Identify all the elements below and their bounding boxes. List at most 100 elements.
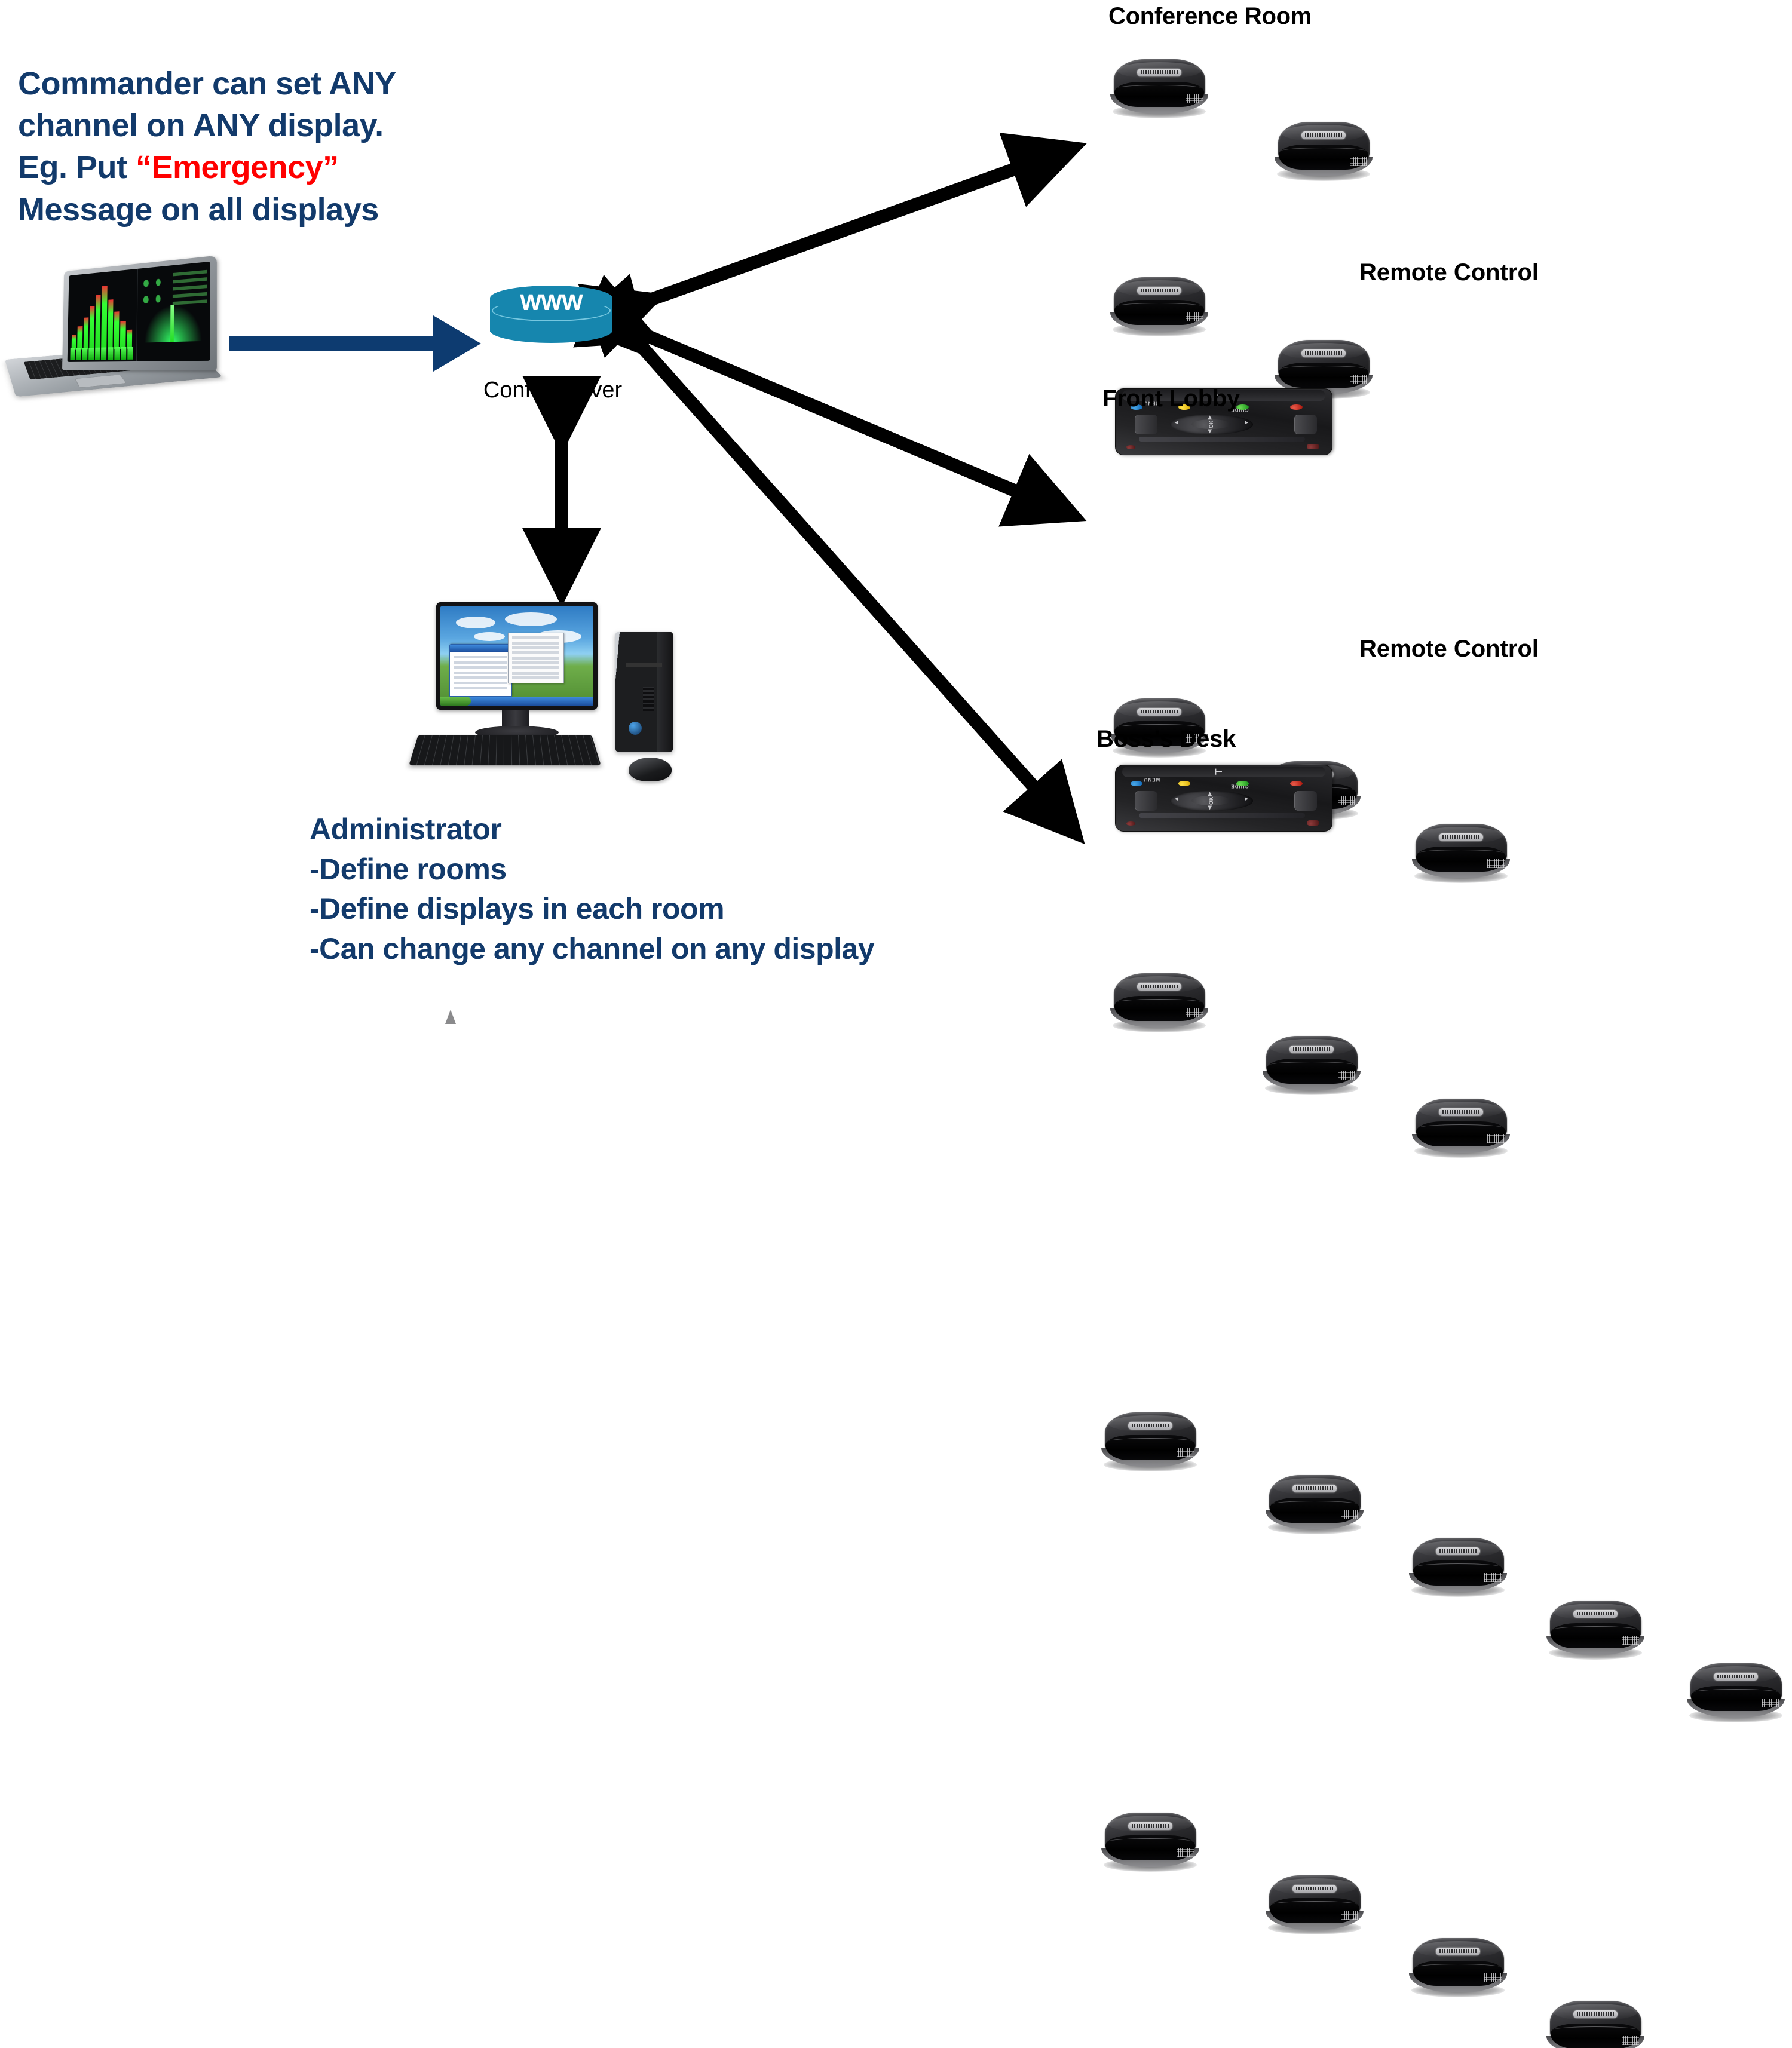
arrow-laptop-to-server — [229, 315, 481, 372]
program-up-button[interactable] — [1134, 790, 1157, 811]
device-vfd-icon — [1341, 1510, 1359, 1519]
red-button-icon[interactable] — [1290, 404, 1303, 410]
display-device[interactable] — [1407, 1936, 1509, 1998]
admin-bullet-2: -Define displays in each room — [310, 892, 725, 925]
headline-line-4: Message on all displays — [18, 191, 379, 228]
yellow-button-icon[interactable] — [1178, 780, 1191, 787]
remote-control-device[interactable]: T GUIDE OK ▲ ▼ ◀ ▶ MENU — [1115, 614, 1336, 832]
power-button-icon[interactable] — [1126, 445, 1135, 450]
start-submenu-icon — [507, 633, 564, 684]
commander-headline: Commander can set ANY channel on ANY dis… — [18, 63, 472, 231]
power-button-icon — [629, 722, 642, 735]
remote-control-label: Remote Control — [1359, 636, 1539, 662]
device-logo-icon — [1137, 982, 1182, 991]
device-vfd-icon — [1622, 2036, 1640, 2045]
device-logo-icon — [1137, 707, 1182, 716]
display-device[interactable] — [1407, 1535, 1509, 1598]
laptop-screen-right-pane — [137, 262, 210, 361]
device-vfd-icon — [1762, 1699, 1780, 1707]
display-device[interactable] — [1410, 821, 1512, 884]
device-vfd-icon — [1186, 312, 1203, 321]
mute-button-icon[interactable] — [1307, 443, 1319, 450]
waveform-peak-icon — [143, 303, 203, 343]
device-vfd-icon — [1177, 1848, 1194, 1857]
display-device[interactable] — [1261, 1034, 1362, 1096]
device-logo-icon — [1573, 2010, 1618, 2018]
device-logo-icon — [1573, 1609, 1618, 1618]
admin-title: Administrator — [310, 813, 502, 846]
ok-button[interactable]: OK — [1191, 796, 1232, 806]
blue-button-icon[interactable] — [1130, 780, 1143, 787]
admin-bullet-1: -Define rooms — [310, 852, 507, 886]
desktop-keyboard — [409, 735, 601, 766]
device-logo-icon — [1137, 68, 1182, 76]
device-vfd-icon — [1484, 1973, 1502, 1982]
start-menu-icon — [449, 643, 512, 697]
display-device[interactable] — [1099, 1410, 1201, 1473]
headline-line-3-prefix: Eg. Put — [18, 149, 136, 186]
device-logo-icon — [1438, 1108, 1484, 1116]
red-button-icon[interactable] — [1290, 780, 1303, 787]
device-logo-icon — [1301, 131, 1346, 139]
device-vfd-icon — [1338, 1071, 1356, 1080]
level-meters-icon — [70, 345, 134, 361]
remote-control-label: Remote Control — [1359, 259, 1539, 286]
device-logo-icon — [1438, 833, 1484, 841]
admin-bullet-3: -Can change any channel on any display — [310, 931, 875, 965]
display-device[interactable] — [1273, 119, 1374, 182]
remote-menu-label: MENU — [1143, 777, 1160, 783]
dpad-navigation[interactable]: OK ▲ ▼ ◀ ▶ — [1169, 790, 1253, 811]
mute-button-icon[interactable] — [1307, 820, 1319, 826]
display-device[interactable] — [1545, 1998, 1646, 2048]
commander-laptop — [5, 255, 223, 431]
headline-line-1: Commander can set ANY — [18, 66, 396, 102]
display-device[interactable] — [1410, 1096, 1512, 1159]
config-server[interactable]: WWW — [490, 286, 621, 343]
device-vfd-icon — [1350, 157, 1368, 166]
ok-button[interactable]: OK — [1191, 419, 1232, 430]
desktop-tower — [615, 632, 673, 752]
monitor-screen — [440, 606, 593, 706]
device-vfd-icon — [1186, 94, 1203, 103]
headline-line-3: Eg. Put “Emergency” — [18, 146, 472, 188]
device-vfd-icon — [1186, 1008, 1203, 1017]
display-device[interactable] — [1685, 1661, 1787, 1724]
room-title-conference: Conference Room — [1108, 3, 1312, 29]
room-title-lobby: Front Lobby — [1102, 385, 1240, 412]
device-logo-icon — [1292, 1884, 1337, 1893]
volume-rocker[interactable] — [1138, 437, 1305, 442]
green-button-icon[interactable] — [1236, 780, 1249, 787]
device-logo-icon — [1301, 349, 1346, 357]
arrow-server-to-conference — [578, 133, 1087, 358]
laptop-trackpad — [74, 374, 127, 388]
display-device[interactable] — [1099, 1810, 1201, 1873]
arrow-server-to-lobby — [573, 274, 1087, 527]
start-button-icon — [440, 697, 471, 706]
program-down-button[interactable] — [1294, 414, 1318, 435]
device-vfd-icon — [1487, 859, 1505, 868]
display-device[interactable] — [1108, 971, 1210, 1034]
headline-line-2: channel on ANY display. — [18, 108, 384, 144]
display-device[interactable] — [1264, 1873, 1365, 1936]
remote-keypad-area: OK ▲ ▼ ◀ ▶ MENU — [1120, 777, 1328, 828]
device-vfd-icon — [1484, 1573, 1502, 1582]
device-vfd-icon — [1622, 1636, 1640, 1645]
remote-brand-icon: T — [1212, 768, 1224, 775]
display-device[interactable] — [1108, 57, 1210, 119]
power-button-icon[interactable] — [1126, 821, 1135, 826]
device-logo-icon — [1128, 1421, 1173, 1430]
program-down-button[interactable] — [1294, 790, 1318, 811]
device-vfd-icon — [1177, 1448, 1194, 1457]
administrator-desktop-computer — [409, 597, 729, 807]
config-server-caption: Config Server — [483, 378, 623, 403]
display-device[interactable] — [1264, 1473, 1365, 1535]
laptop-lid — [62, 255, 217, 370]
display-device[interactable] — [1545, 1598, 1646, 1661]
headline-emergency-emphasis: “Emergency” — [136, 149, 339, 186]
device-vfd-icon — [1338, 796, 1356, 805]
spectrum-bars-icon — [71, 277, 133, 350]
program-up-button[interactable] — [1134, 414, 1157, 435]
dpad-navigation[interactable]: OK ▲ ▼ ◀ ▶ — [1169, 414, 1253, 435]
volume-rocker[interactable] — [1138, 813, 1305, 818]
remote-control-device[interactable]: T GUIDE OK ▲ ▼ ◀ ▶ MENU — [1115, 238, 1336, 455]
